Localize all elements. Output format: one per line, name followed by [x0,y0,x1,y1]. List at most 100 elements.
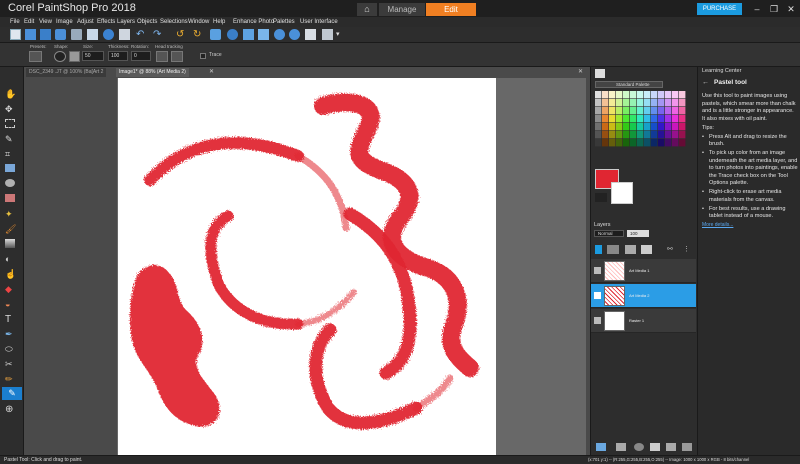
color-swatch[interactable] [651,123,658,131]
zoom-out-icon[interactable] [289,29,300,40]
save-icon[interactable] [40,29,51,40]
color-swatch[interactable] [595,131,602,139]
color-swatch[interactable] [630,107,637,115]
close-workspace-icon[interactable]: ✕ [578,68,583,75]
menu-user-interface[interactable]: User Interface [300,17,338,27]
pen-tool-icon[interactable]: ✒ [5,329,18,340]
rotation-input[interactable]: 0 [131,51,151,61]
menu-enhance-photo[interactable]: Enhance Photo [233,17,274,27]
opacity-input[interactable]: 100 [627,230,649,237]
color-swatch[interactable] [658,139,665,147]
color-swatch[interactable] [672,139,679,147]
color-swatch[interactable] [637,131,644,139]
color-swatch[interactable] [602,131,609,139]
paste-icon[interactable] [119,29,130,40]
color-swatch[interactable] [616,107,623,115]
color-swatch[interactable] [679,91,686,99]
background-color-swatch[interactable] [611,182,633,204]
menu-window[interactable]: Window [188,17,209,27]
chevron-down-icon[interactable]: ▾ [336,29,347,40]
workspace-icon[interactable] [322,29,333,40]
color-swatch[interactable] [609,115,616,123]
back-arrow-icon[interactable]: ← [702,79,709,86]
undo-all-icon[interactable]: ↺ [176,29,187,40]
dropper-tool-icon[interactable]: ✎ [5,134,18,145]
head-tracking-button[interactable] [156,51,168,62]
layer-lock-icon[interactable] [607,245,619,254]
color-swatch[interactable] [644,123,651,131]
color-swatch[interactable] [658,123,665,131]
document-tab-image1[interactable]: Image1* @ 88% (Art Media 2) [116,68,189,77]
zoom-in-icon[interactable] [274,29,285,40]
menu-objects[interactable]: Objects [137,17,157,27]
purchase-button[interactable]: PURCHASE [697,3,742,15]
color-swatch[interactable] [602,139,609,147]
color-swatch[interactable] [623,107,630,115]
pick-tool-icon[interactable]: ✥ [5,104,18,115]
color-swatch[interactable] [644,99,651,107]
paint-brush-tool-icon[interactable]: 🖌 [5,224,18,235]
delete-layer-icon[interactable] [666,443,676,451]
layer-link-icon[interactable] [625,245,636,254]
color-swatch[interactable] [616,115,623,123]
menu-layers[interactable]: Layers [117,17,135,27]
color-swatch[interactable] [623,91,630,99]
color-swatch[interactable] [602,115,609,123]
selection-tool-icon[interactable] [5,119,15,128]
home-tab[interactable]: ⌂ [357,3,377,16]
color-swatch[interactable] [637,123,644,131]
color-swatch[interactable] [651,99,658,107]
eye-icon[interactable] [594,292,601,299]
tab-manage[interactable]: Manage [379,3,425,16]
blend-mode-select[interactable]: Normal [594,230,624,237]
shape-tool-icon[interactable]: ⬭ [5,344,18,355]
color-swatch[interactable] [651,131,658,139]
color-swatch[interactable] [602,123,609,131]
size-input[interactable]: 50 [82,51,104,61]
layer-visibility-icon[interactable] [595,245,602,254]
color-swatch[interactable] [679,99,686,107]
color-swatch[interactable] [658,99,665,107]
eye-icon[interactable] [594,317,601,324]
chain-icon[interactable]: ⚯ [667,245,677,254]
new-layer-icon[interactable] [596,443,606,451]
presets-picker[interactable] [29,51,42,62]
clone-tool-icon[interactable]: ✦ [5,209,18,220]
color-swatch[interactable] [637,139,644,147]
color-swatch[interactable] [644,131,651,139]
color-swatch[interactable] [630,115,637,123]
mask-icon[interactable] [634,443,644,451]
color-swatch[interactable] [679,131,686,139]
document-tab-photo[interactable]: DSC_2349 .JT @ 100% (Ba[Art 2 [26,68,107,77]
color-swatch[interactable] [595,91,602,99]
makeover-tool-icon[interactable] [5,194,15,202]
color-swatch[interactable] [609,123,616,131]
color-swatch[interactable] [602,91,609,99]
color-swatch[interactable] [623,131,630,139]
flood-fill-tool-icon[interactable]: ◒ [5,299,18,310]
color-swatch[interactable] [644,107,651,115]
color-swatch[interactable] [616,139,623,147]
color-swatch[interactable] [595,107,602,115]
print-icon[interactable] [71,29,82,40]
color-swatch[interactable] [644,91,651,99]
color-swatch[interactable] [602,99,609,107]
color-swatch[interactable] [679,123,686,131]
color-swatch[interactable] [665,115,672,123]
color-swatch[interactable] [623,123,630,131]
pan-tool-icon[interactable]: ✋ [5,89,18,100]
redo-icon[interactable]: ↷ [153,29,164,40]
history-icon[interactable] [210,29,221,40]
color-swatch[interactable] [609,107,616,115]
color-swatch[interactable] [623,139,630,147]
color-swatch[interactable] [651,115,658,123]
crop-tool-icon[interactable]: ⌗ [5,149,18,160]
undo-icon[interactable]: ↶ [136,29,147,40]
menu-help[interactable]: Help [213,17,225,27]
color-swatch[interactable] [609,131,616,139]
save-as-icon[interactable] [55,29,66,40]
color-swatch[interactable] [623,99,630,107]
color-swatch[interactable] [644,115,651,123]
color-swatch[interactable] [637,99,644,107]
brush-variance-button[interactable] [171,51,183,62]
